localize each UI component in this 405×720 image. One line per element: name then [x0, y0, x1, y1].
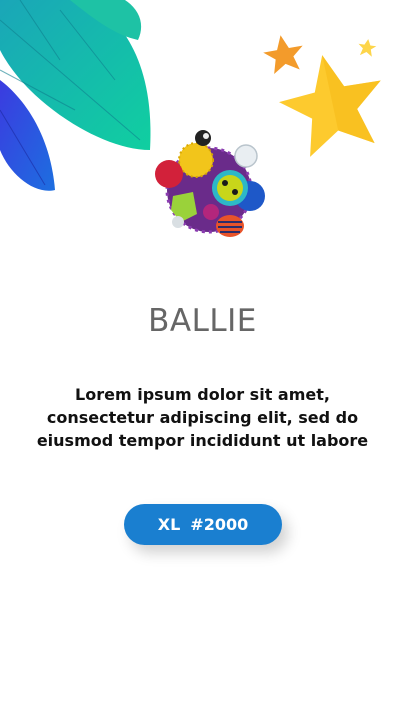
product-image [155, 130, 265, 237]
product-title: BALLIE [148, 303, 257, 339]
star-tiny-yellow-icon [358, 39, 377, 57]
size-label: XL [157, 515, 181, 534]
star-small-orange-icon [263, 35, 303, 74]
product-description: Lorem ipsum dolor sit amet, consectetur … [36, 385, 369, 450]
code-label: #2000 [190, 515, 249, 534]
size-price-button[interactable]: XL #2000 [124, 504, 282, 545]
